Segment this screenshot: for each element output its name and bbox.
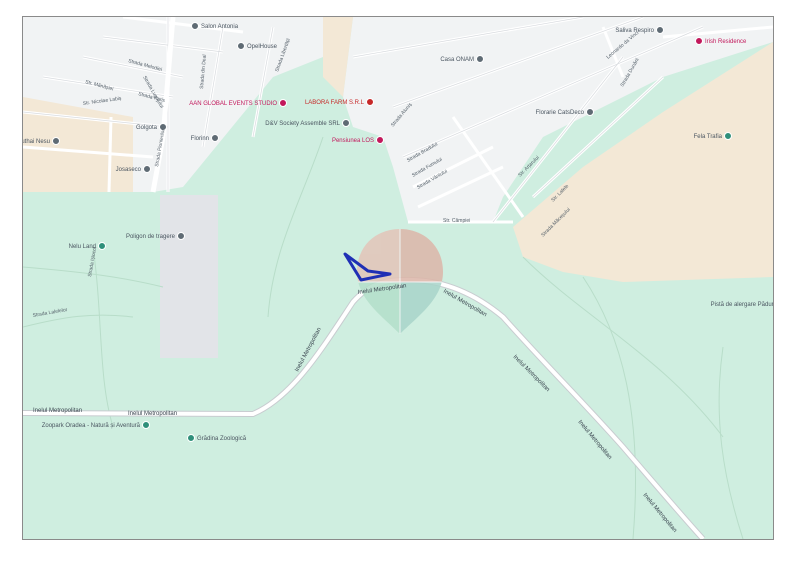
pin-icon[interactable] (52, 137, 60, 145)
poi-label[interactable]: Florarie CatsDeco (536, 110, 585, 116)
map-viewport[interactable]: Salon Antonia OpelHouse AAN GLOBAL EVENTS … (22, 16, 774, 540)
park-icon[interactable] (142, 421, 150, 429)
pin-icon[interactable] (342, 119, 350, 127)
poi-label[interactable]: uthai Nesu (23, 139, 50, 145)
storia-watermark: storia (49, 536, 112, 539)
ring-road-label: Inelul Metropolitan (128, 411, 177, 417)
poi-label[interactable]: Casa ONAM (440, 57, 474, 63)
pin-icon[interactable] (476, 55, 484, 63)
poi-label[interactable]: Grădina Zoologică (197, 436, 247, 442)
shooting-range-area (160, 195, 218, 358)
poi-label[interactable]: Pistă de alergare Pădurea Băile (711, 302, 773, 308)
poi-label[interactable]: Irish Residence (705, 39, 747, 45)
map-canvas[interactable]: Salon Antonia OpelHouse AAN GLOBAL EVENTS … (23, 17, 773, 539)
pin-icon[interactable] (143, 165, 151, 173)
pin-icon[interactable] (211, 134, 219, 142)
poi-label[interactable]: Golgota (136, 125, 158, 131)
shop-icon[interactable] (366, 98, 374, 106)
pin-icon[interactable] (279, 99, 287, 107)
poi-label[interactable]: Salon Antonia (201, 24, 239, 30)
poi-label[interactable]: LABORA FARM S.R.L (305, 100, 365, 106)
poi-label[interactable]: Zoopark Oradea - Natură și Aventură (42, 423, 141, 429)
hotel-icon[interactable] (376, 136, 384, 144)
park-icon[interactable] (724, 132, 732, 140)
pin-icon[interactable] (191, 22, 199, 30)
pin-icon[interactable] (237, 42, 245, 50)
park-icon[interactable] (187, 434, 195, 442)
park-icon[interactable] (98, 242, 106, 250)
street-label: Str. Câmpiei (443, 218, 470, 224)
pin-icon[interactable] (586, 108, 594, 116)
poi-label[interactable]: Fela Trafia (694, 134, 723, 140)
poi-label[interactable]: Pensiunea LOS (332, 138, 374, 144)
pin-icon[interactable] (656, 26, 664, 34)
pin-icon[interactable] (177, 232, 185, 240)
poi-label[interactable]: OpelHouse (247, 44, 278, 50)
poi-label[interactable]: Josaseco (116, 167, 142, 173)
poi-label[interactable]: AAN GLOBAL EVENTS STUDIO (189, 101, 277, 107)
hotel-icon[interactable] (695, 37, 703, 45)
poi-label[interactable]: Poligon de tragere (126, 234, 176, 240)
poi-label[interactable]: Florinn (191, 136, 209, 142)
ring-road-label: Inelul Metropolitan (33, 408, 82, 414)
poi-label[interactable]: D&V Society Assemble SRL (265, 121, 340, 127)
